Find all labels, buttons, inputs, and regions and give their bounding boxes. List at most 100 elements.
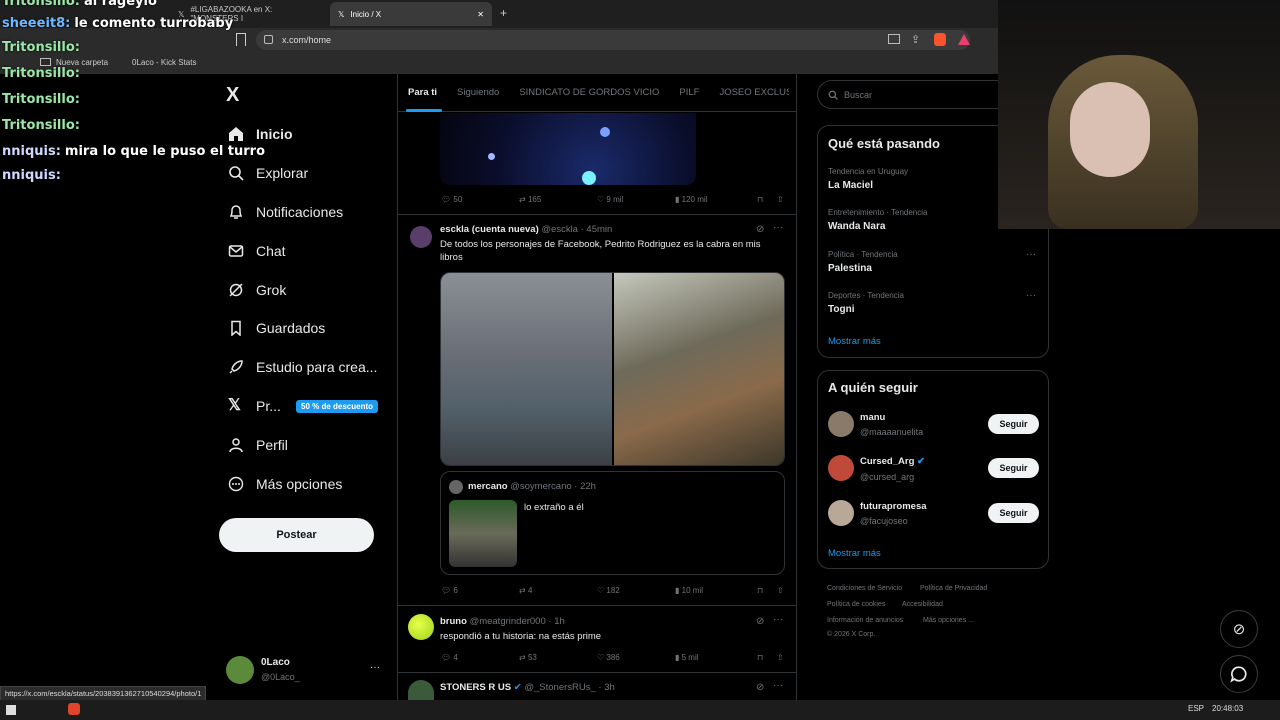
grok-icon[interactable]: ⊘ (756, 616, 764, 627)
tweet-media-grid[interactable] (440, 272, 785, 466)
follow-button[interactable]: Seguir (988, 414, 1039, 434)
tweet-media[interactable] (440, 113, 696, 185)
footer-link[interactable]: Accesibilidad (902, 601, 943, 608)
grok-icon[interactable]: ⊘ (756, 682, 764, 693)
tweet-author-handle[interactable]: @meatgrinder000 (470, 616, 546, 627)
reply-button[interactable]: 💬︎ 6 (441, 586, 519, 595)
clock[interactable]: 20:48:03 (1212, 704, 1243, 713)
follow-button[interactable]: Seguir (988, 458, 1039, 478)
views-button[interactable]: ▮ 10 mil (675, 586, 757, 595)
tweet-author-handle[interactable]: @_StonersRUs_ (524, 682, 595, 693)
start-icon[interactable] (6, 705, 16, 715)
trend-more-button[interactable]: ··· (1026, 249, 1036, 260)
bookmark-icon[interactable]: ⊓ (757, 586, 777, 595)
grok-icon[interactable]: ⊘ (756, 224, 764, 235)
tab-inicio-x[interactable]: 𝕏 Inicio / X ✕ (330, 2, 492, 26)
follow-button[interactable]: Seguir (988, 503, 1039, 523)
footer-link[interactable]: Condiciones de Servicio (827, 585, 902, 592)
follow-show-more-link[interactable]: Mostrar más (828, 548, 881, 559)
brave-rewards-icon[interactable] (958, 34, 970, 45)
reply-button[interactable]: 💬︎ 4 (441, 653, 519, 662)
avatar[interactable] (828, 455, 854, 481)
tweet-photo[interactable] (614, 273, 784, 465)
cast-icon[interactable] (888, 34, 900, 44)
avatar[interactable] (410, 226, 432, 248)
follow-name[interactable]: manu (860, 412, 885, 423)
tweet-more-button[interactable]: ··· (773, 680, 783, 691)
like-button[interactable]: ♡ 182 (597, 586, 675, 595)
tab-siguiendo[interactable]: Siguiendo (447, 87, 509, 98)
avatar[interactable] (408, 614, 434, 640)
sidebar-item-estudio[interactable]: Estudio para crea... (228, 359, 377, 375)
tweet-author-name[interactable]: bruno (440, 616, 467, 627)
share-icon[interactable]: ⇧ (777, 195, 784, 204)
like-button[interactable]: ♡ 9 mil (597, 195, 675, 204)
site-settings-icon[interactable] (264, 35, 273, 44)
footer-link[interactable]: Política de cookies (827, 601, 885, 608)
tweet-photo[interactable] (441, 273, 612, 465)
retweet-button[interactable]: ⇄ 4 (519, 586, 597, 595)
views-button[interactable]: ▮ 5 mil (675, 653, 757, 662)
post-button[interactable]: Postear (219, 518, 374, 552)
sidebar-item-premium[interactable]: 𝕏 Pr... (228, 398, 281, 415)
tweet-time[interactable]: · 3h (598, 682, 614, 693)
trend-item[interactable]: La Maciel (828, 180, 873, 191)
views-count: 5 mil (681, 653, 699, 662)
search-input[interactable]: Buscar (817, 80, 998, 109)
footer-link[interactable]: Política de Privacidad (920, 585, 987, 592)
sidebar-item-guardados[interactable]: Guardados (228, 320, 325, 336)
tab-para-ti[interactable]: Para ti (398, 87, 447, 98)
trend-item[interactable]: Togni (828, 304, 854, 315)
new-tab-button[interactable]: + (500, 6, 507, 20)
tweet-author-handle[interactable]: @esckla (541, 224, 578, 235)
tweet-time[interactable]: · 45min (581, 224, 613, 235)
trend-item[interactable]: Wanda Nara (828, 221, 885, 232)
trend-more-button[interactable]: ··· (1026, 290, 1036, 301)
avatar[interactable] (226, 656, 254, 684)
avatar[interactable] (408, 680, 434, 700)
tab-sindicato[interactable]: SINDICATO DE GORDOS VICIO (509, 87, 669, 98)
sidebar-item-grok[interactable]: Grok (228, 282, 286, 298)
url-input[interactable]: x.com/home (256, 30, 970, 50)
trend-item[interactable]: Palestina (828, 263, 872, 274)
reply-button[interactable]: 💬︎ 50 (441, 195, 519, 204)
footer-link[interactable]: Información de anuncios (827, 617, 903, 624)
language-indicator[interactable]: ESP (1188, 704, 1204, 713)
tweet-more-button[interactable]: ··· (773, 222, 783, 233)
brave-shield-icon[interactable] (934, 33, 946, 46)
footer-link[interactable]: Más opciones ... (923, 617, 974, 624)
retweet-button[interactable]: ⇄ 165 (519, 195, 597, 204)
follow-name: Cursed_Arg (860, 456, 915, 467)
trends-show-more-link[interactable]: Mostrar más (828, 336, 881, 347)
quote-tweet[interactable]: mercano @soymercano · 22h lo extraño a é… (440, 471, 785, 575)
tab-joseo[interactable]: JOSEO EXCLUSI (709, 87, 789, 98)
grok-float-button[interactable]: ⊘ (1220, 610, 1258, 648)
close-icon[interactable]: ✕ (477, 10, 484, 19)
tweet-author-name[interactable]: esckla (cuenta nueva) (440, 224, 539, 235)
bookmark-icon[interactable]: ⊓ (757, 653, 777, 662)
tweet-author-name[interactable]: STONERS R US (440, 682, 511, 693)
like-button[interactable]: ♡ 386 (597, 653, 675, 662)
avatar[interactable] (828, 411, 854, 437)
follow-name[interactable]: futurapromesa (860, 501, 927, 512)
sidebar-item-perfil[interactable]: Perfil (228, 437, 288, 453)
avatar[interactable] (828, 500, 854, 526)
share-icon[interactable]: ⇪ (911, 33, 920, 46)
tweet-time[interactable]: · 1h (548, 616, 564, 627)
sidebar-item-mas-opciones[interactable]: Más opciones (228, 476, 342, 492)
sidebar-item-label: Chat (256, 243, 286, 259)
sidebar-item-notificaciones[interactable]: Notificaciones (228, 204, 343, 220)
brave-icon[interactable] (68, 703, 80, 715)
chat-message: nniquis: mira lo que le puso el turro (2, 144, 265, 159)
tweet-more-button[interactable]: ··· (773, 614, 783, 625)
follow-name-row[interactable]: Cursed_Arg ✔ (860, 456, 925, 467)
retweet-button[interactable]: ⇄ 53 (519, 653, 597, 662)
views-button[interactable]: ▮ 120 mil (675, 195, 757, 204)
tab-pilf[interactable]: PILF (669, 87, 709, 98)
bookmark-icon[interactable]: ⊓ (757, 195, 777, 204)
share-icon[interactable]: ⇧ (777, 586, 784, 595)
chat-float-button[interactable] (1220, 655, 1258, 693)
sidebar-item-chat[interactable]: Chat (228, 243, 286, 259)
share-icon[interactable]: ⇧ (777, 653, 784, 662)
account-more-button[interactable]: ··· (370, 662, 380, 673)
